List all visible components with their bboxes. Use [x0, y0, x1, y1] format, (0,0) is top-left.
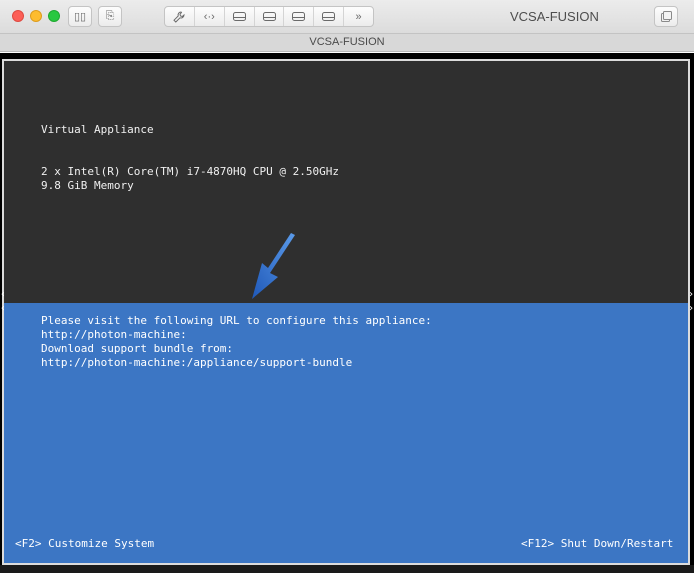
network-button[interactable]: ‹·›: [195, 7, 225, 26]
more-chevrons-icon: »: [355, 10, 362, 23]
sidebar-toggle-button[interactable]: ▯▯: [68, 6, 92, 27]
window-title: VCSA-FUSION: [510, 9, 599, 24]
vm-console[interactable]: Virtual Appliance 2 x Intel(R) Core(TM) …: [0, 53, 694, 573]
toolbar-segmented-control: ‹·› »: [164, 6, 374, 27]
right-marker-icon: ›: [688, 289, 694, 300]
disk-button-2[interactable]: [255, 7, 285, 26]
cpu-info: 2 x Intel(R) Core(TM) i7-4870HQ CPU @ 2.…: [41, 165, 340, 178]
maximize-window-button[interactable]: [48, 10, 60, 22]
disk-button-3[interactable]: [284, 7, 315, 26]
left-marker-icon: ‹: [0, 289, 7, 300]
fullscreen-icon: [660, 11, 672, 22]
vm-tab-title: VCSA-FUSION: [309, 36, 385, 48]
appliance-title: Virtual Appliance: [41, 123, 154, 136]
vm-tab-bar: VCSA-FUSION: [0, 33, 694, 52]
connect-network-icon: ‹·›: [203, 10, 215, 23]
left-marker-icon: ‹: [0, 303, 7, 314]
support-bundle-url: http://photon-machine:/appliance/support…: [41, 356, 353, 369]
support-bundle-message: Download support bundle from:: [41, 342, 234, 355]
disk-icon: [262, 12, 276, 21]
memory-info: 9.8 GiB Memory: [41, 179, 134, 192]
configure-url: http://photon-machine:: [41, 328, 187, 341]
disk-button-1[interactable]: [225, 7, 255, 26]
snapshot-button[interactable]: ⎘: [98, 6, 122, 27]
right-marker-icon: ›: [688, 303, 694, 314]
shutdown-restart-key[interactable]: <F12> Shut Down/Restart: [521, 537, 673, 551]
sidebar-toggle-icon: ▯▯: [73, 11, 87, 23]
settings-button[interactable]: [165, 7, 195, 26]
close-window-button[interactable]: [12, 10, 24, 22]
snapshot-icon: ⎘: [105, 10, 115, 22]
console-upper-pane: Virtual Appliance 2 x Intel(R) Core(TM) …: [2, 59, 690, 303]
disk-icon: [322, 12, 336, 21]
disk-button-4[interactable]: [314, 7, 345, 26]
disk-icon: [232, 12, 246, 21]
customize-system-key[interactable]: <F2> Customize System: [15, 537, 154, 551]
console-bottom-edge: [0, 565, 694, 573]
settings-wrench-icon: [173, 10, 185, 23]
more-button[interactable]: »: [344, 7, 373, 26]
console-lower-pane: Please visit the following URL to config…: [2, 303, 690, 565]
configure-url-message: Please visit the following URL to config…: [41, 314, 432, 327]
title-bar: ▯▯ ⎘ ‹·› » VCSA-FUSION: [0, 0, 694, 33]
minimize-window-button[interactable]: [30, 10, 42, 22]
disk-icon: [292, 12, 306, 21]
arrow-annotation-icon: [252, 233, 295, 299]
fullscreen-button[interactable]: [654, 6, 678, 27]
